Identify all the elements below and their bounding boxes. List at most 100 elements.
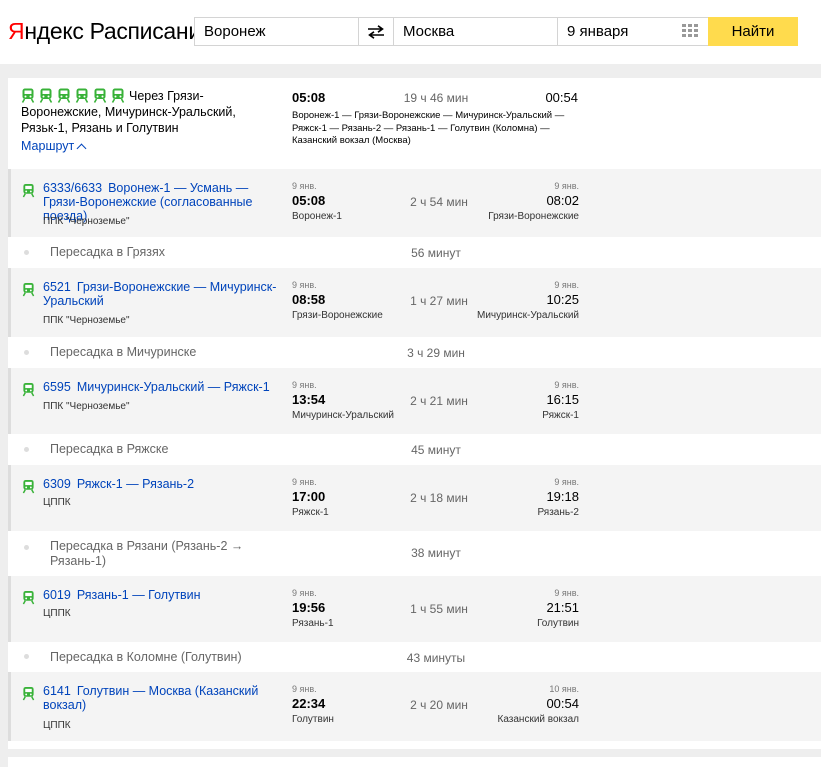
departure-time: 08:58 xyxy=(292,292,326,307)
segment-train-link[interactable]: 6019 Рязань-1 — Голутвин xyxy=(43,588,283,602)
departure-time: 17:00 xyxy=(292,489,326,504)
transfer-row: Пересадка в Грязях 56 минут xyxy=(8,238,821,267)
train-route-name: Голутвин — Москва (Казанский вокзал) xyxy=(43,684,259,712)
train-icon xyxy=(22,184,35,198)
summary-departure-time: 05:08 xyxy=(292,90,326,105)
segment: 6595 Мичуринск-Уральский — Ряжск-1 ППК "Ч… xyxy=(8,368,821,434)
arrival-date: 10 янв. xyxy=(549,684,579,694)
arrival-station: Казанский вокзал xyxy=(497,714,580,725)
transfer-duration: 3 ч 29 мин xyxy=(407,346,465,360)
train-number: 6019 xyxy=(43,588,71,602)
transfer-dot xyxy=(24,250,29,255)
carrier-name: ППК "Черноземье" xyxy=(43,401,130,412)
transfer-duration: 38 минут xyxy=(411,546,461,560)
transfer-row: Пересадка в Ряжске 45 минут xyxy=(8,435,821,464)
arrival-station: Грязи-Воронежские xyxy=(488,211,579,222)
arrival-time: 08:02 xyxy=(546,193,579,208)
departure-date: 9 янв. xyxy=(292,477,317,487)
segment: 6521 Грязи-Воронежские — Мичуринск-Уральс… xyxy=(8,268,821,337)
train-route-name: Грязи-Воронежские — Мичуринск-Уральский xyxy=(43,280,277,308)
swap-icon xyxy=(368,24,384,39)
train-icon xyxy=(22,283,35,297)
departure-date: 9 янв. xyxy=(292,280,317,290)
arrival-station: Рязань-2 xyxy=(537,507,579,518)
segment: 6141 Голутвин — Москва (Казанский вокзал)… xyxy=(8,672,821,741)
arrival-time: 19:18 xyxy=(546,489,579,504)
segment-train-link[interactable]: 6521 Грязи-Воронежские — Мичуринск-Уральс… xyxy=(43,280,283,308)
route-via-text: Через Грязи-Воронежские, Мичуринск-Ураль… xyxy=(21,88,251,136)
find-button[interactable]: Найти xyxy=(708,17,798,46)
train-icon xyxy=(22,383,35,397)
to-input[interactable]: Москва xyxy=(394,18,558,45)
via-label: Через Грязи-Воронежские, Мичуринск-Ураль… xyxy=(21,89,236,135)
departure-time: 05:08 xyxy=(292,193,326,208)
arrival-time: 00:54 xyxy=(546,696,579,711)
carrier-name: ЦППК xyxy=(43,497,71,508)
segment: 6019 Рязань-1 — Голутвин ЦППК 9 янв. 19:5… xyxy=(8,576,821,642)
departure-station: Рязань-1 xyxy=(292,618,334,629)
swap-button[interactable] xyxy=(359,18,394,45)
departure-time: 13:54 xyxy=(292,392,326,407)
calendar-icon[interactable] xyxy=(682,24,698,38)
arrival-date: 9 янв. xyxy=(554,588,579,598)
departure-date: 9 янв. xyxy=(292,380,317,390)
arrival-station: Ряжск-1 xyxy=(542,410,579,421)
departure-date: 9 янв. xyxy=(292,181,317,191)
segment: 6333/6633 Воронеж-1 — Усмань — Грязи-Воро… xyxy=(8,169,821,237)
departure-time: 19:56 xyxy=(292,600,326,615)
segment-duration: 1 ч 27 мин xyxy=(410,294,468,308)
transfer-label: Пересадка в Коломне (Голутвин) xyxy=(50,650,242,664)
segment-duration: 2 ч 21 мин xyxy=(410,394,468,408)
arrival-station: Голутвин xyxy=(537,618,579,629)
carrier-name: ППК "Черноземье" xyxy=(43,315,130,326)
departure-station: Грязи-Воронежские xyxy=(292,310,383,321)
train-route-name: Ряжск-1 — Рязань-2 xyxy=(76,477,195,491)
arrival-date: 9 янв. xyxy=(554,380,579,390)
segment-train-link[interactable]: 6141 Голутвин — Москва (Казанский вокзал) xyxy=(43,684,283,712)
transfer-dot xyxy=(24,350,29,355)
train-number: 6309 xyxy=(43,477,71,491)
from-input[interactable]: Воронеж xyxy=(195,18,359,45)
transfer-dot xyxy=(24,654,29,659)
segment-duration: 2 ч 54 мин xyxy=(410,195,468,209)
transfer-duration: 45 минут xyxy=(411,443,461,457)
departure-station: Воронеж-1 xyxy=(292,211,342,222)
chevron-up-icon xyxy=(76,143,87,153)
carrier-name: ЦППК xyxy=(43,608,71,619)
arrival-time: 21:51 xyxy=(546,600,579,615)
transfer-dot xyxy=(24,447,29,452)
arrival-station: Мичуринск-Уральский xyxy=(476,310,579,321)
train-number: 6521 xyxy=(43,280,71,294)
departure-station: Ряжск-1 xyxy=(292,507,329,518)
train-number: 6595 xyxy=(43,380,71,394)
departure-date: 9 янв. xyxy=(292,588,317,598)
summary-arrival-time: 00:54 xyxy=(545,90,578,105)
summary-duration: 19 ч 46 мин xyxy=(403,91,469,105)
arrival-date: 9 янв. xyxy=(554,477,579,487)
transfer-label: Пересадка в Ряжске xyxy=(50,442,169,456)
transfer-label: Пересадка в Грязях xyxy=(50,245,166,259)
train-icon xyxy=(22,591,35,605)
route-result: Через Грязи-Воронежские, Мичуринск-Ураль… xyxy=(8,78,821,749)
departure-date: 9 янв. xyxy=(292,684,317,694)
segment-duration: 1 ч 55 мин xyxy=(410,602,468,616)
arrival-time: 16:15 xyxy=(546,392,579,407)
summary-station-path: Воронеж-1 — Грязи-Воронежские — Мичуринс… xyxy=(292,110,565,146)
departure-station: Мичуринск-Уральский xyxy=(292,410,395,421)
carrier-name: ППК "Черноземье" xyxy=(43,216,130,227)
arrival-date: 9 янв. xyxy=(554,280,579,290)
segment: 6309 Ряжск-1 — Рязань-2 ЦППК 9 янв. 17:00… xyxy=(8,465,821,531)
train-route-name: Мичуринск-Уральский — Ряжск-1 xyxy=(76,380,270,394)
segment-train-link[interactable]: 6595 Мичуринск-Уральский — Ряжск-1 xyxy=(43,380,283,394)
segment-train-link[interactable]: 6309 Ряжск-1 — Рязань-2 xyxy=(43,477,283,491)
search-form: Воронеж Москва 9 января xyxy=(194,17,709,46)
yandex-schedules-logo[interactable]: Яндекс Расписания xyxy=(8,17,213,45)
segment-duration: 2 ч 18 мин xyxy=(410,491,468,505)
next-result-card xyxy=(8,757,821,767)
header: Яндекс Расписания Воронеж Москва 9 января… xyxy=(0,0,821,64)
route-toggle-link[interactable]: Маршрут xyxy=(21,139,87,153)
date-input[interactable]: 9 января xyxy=(558,18,708,45)
departure-station: Голутвин xyxy=(292,714,334,725)
arrival-date: 9 янв. xyxy=(554,181,579,191)
train-icon xyxy=(22,480,35,494)
